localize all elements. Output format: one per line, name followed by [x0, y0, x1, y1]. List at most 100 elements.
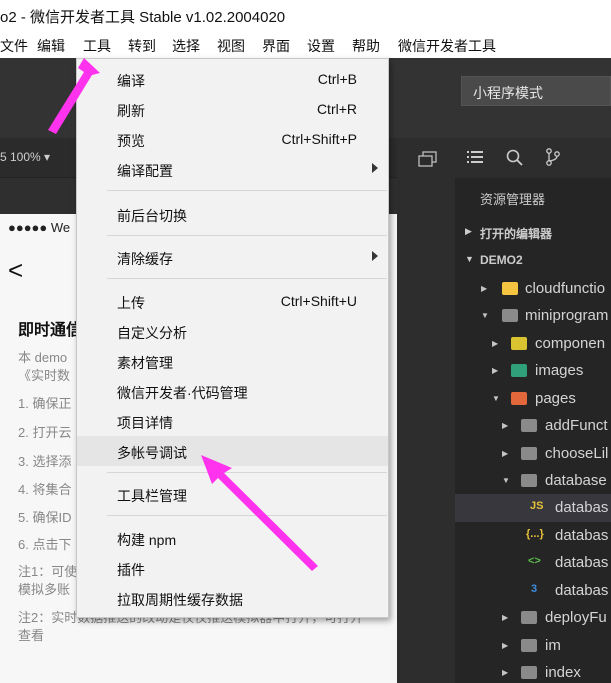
menu-item-clear-cache[interactable]: 清除缓存	[77, 242, 388, 272]
menu-item-label: 插件	[117, 562, 145, 578]
tree-item-label: im	[545, 637, 561, 654]
tree-item-selected[interactable]: JS databas	[455, 494, 611, 522]
wxml-file-icon: <>	[528, 555, 541, 567]
tree-item-label: databas	[555, 554, 609, 571]
tree-item[interactable]: ▶ images	[455, 357, 611, 385]
menu-item-label: 前后台切换	[117, 208, 187, 224]
menu-view[interactable]: 视图	[217, 36, 245, 56]
menu-goto[interactable]: 转到	[128, 36, 156, 56]
chevron-down-icon: ▼	[465, 254, 474, 264]
search-icon[interactable]	[506, 149, 523, 166]
list-icon[interactable]	[467, 150, 483, 164]
menu-item-label: 上传	[117, 295, 145, 311]
images-folder-icon	[511, 364, 527, 377]
menu-divider	[107, 515, 387, 516]
menu-item-label: 拉取周期性缓存数据	[117, 592, 243, 608]
chevron-right-icon: ▶	[502, 641, 509, 650]
menu-tools[interactable]: 工具	[83, 36, 111, 56]
tree-item[interactable]: ▼ database	[455, 467, 611, 495]
folder-open-icon	[521, 474, 537, 487]
tree-item-label: pages	[535, 390, 576, 407]
menu-settings[interactable]: 设置	[307, 36, 335, 56]
menu-wechat-devtools[interactable]: 微信开发者工具	[398, 36, 496, 56]
sim-text: 本 demo	[18, 350, 68, 365]
tree-item[interactable]: ▶ index	[455, 659, 611, 683]
tree-item-label: addFunct	[545, 417, 608, 434]
sim-text: 4. 将集合	[18, 482, 72, 497]
menu-item-toolbar-management[interactable]: 工具栏管理	[77, 479, 388, 509]
tree-item[interactable]: ▼ pages	[455, 385, 611, 413]
tree-item[interactable]: ▶ deployFu	[455, 604, 611, 632]
menu-item-code-management[interactable]: 微信开发者·代码管理	[77, 376, 388, 406]
copy-icon[interactable]	[418, 151, 438, 167]
menu-interface[interactable]: 界面	[262, 36, 290, 56]
menu-divider	[107, 472, 387, 473]
menu-item-upload[interactable]: 上传 Ctrl+Shift+U	[77, 286, 388, 316]
title-bar: o2 - 微信开发者工具 Stable v1.02.2004020	[0, 0, 611, 32]
menu-item-build-npm[interactable]: 构建 npm	[77, 523, 388, 553]
menu-edit[interactable]: 编辑	[37, 36, 65, 56]
tree-item-label: databas	[555, 499, 609, 516]
menu-item-custom-analysis[interactable]: 自定义分析	[77, 316, 388, 346]
menu-item-label: 项目详情	[117, 415, 173, 431]
menu-item-shortcut: Ctrl+Shift+U	[280, 293, 357, 309]
tools-dropdown-menu: 编译 Ctrl+B 刷新 Ctrl+R 预览 Ctrl+Shift+P 编译配置…	[76, 58, 389, 618]
menu-item-label: 编译	[117, 73, 145, 89]
cloud-folder-icon	[502, 282, 518, 295]
tree-item[interactable]: ▶ cloudfunctio	[455, 275, 611, 303]
project-label: DEMO2	[480, 253, 523, 267]
tree-item[interactable]: {...} databas	[455, 522, 611, 550]
menu-item-label: 工具栏管理	[117, 488, 187, 504]
menu-item-project-details[interactable]: 项目详情	[77, 406, 388, 436]
tree-item[interactable]: 3 databas	[455, 577, 611, 605]
tree-item-label: database	[545, 472, 607, 489]
menu-select[interactable]: 选择	[172, 36, 200, 56]
submenu-arrow-icon	[372, 251, 378, 261]
tree-item[interactable]: ▶ im	[455, 632, 611, 660]
folder-icon	[521, 639, 537, 652]
chevron-right-icon: ▶	[502, 613, 509, 622]
menu-divider	[107, 278, 387, 279]
tree-item[interactable]: ▶ chooseLil	[455, 440, 611, 468]
project-section[interactable]: ▼ DEMO2	[455, 248, 611, 274]
chevron-right-icon: ▶	[502, 449, 509, 458]
tree-item[interactable]: ▼ miniprogram	[455, 302, 611, 330]
menu-item-multi-account-debug[interactable]: 多帐号调试	[77, 436, 388, 466]
menu-item-label: 刷新	[117, 103, 145, 119]
back-icon[interactable]: <	[8, 255, 23, 286]
menu-item-asset-management[interactable]: 素材管理	[77, 346, 388, 376]
menu-item-label: 多帐号调试	[117, 445, 187, 461]
menu-item-preview[interactable]: 预览 Ctrl+Shift+P	[77, 124, 388, 154]
menu-item-compile-config[interactable]: 编译配置	[77, 154, 388, 184]
chevron-right-icon: ▶	[481, 284, 488, 293]
menu-item-shortcut: Ctrl+Shift+P	[281, 131, 357, 147]
menu-item-shortcut: Ctrl+B	[317, 71, 357, 87]
menu-item-fetch-periodic-cache[interactable]: 拉取周期性缓存数据	[77, 583, 388, 613]
source-control-icon[interactable]	[545, 148, 561, 166]
tree-item[interactable]: ▶ componen	[455, 330, 611, 358]
zoom-select[interactable]: 5 100% ▾	[0, 150, 50, 164]
sim-text: 《实时数	[18, 368, 71, 383]
menu-divider	[107, 235, 387, 236]
menu-file[interactable]: 文件	[0, 36, 28, 56]
simulator-side-strip	[397, 138, 455, 683]
sim-text: 6. 点击下	[18, 537, 72, 552]
menu-item-plugins[interactable]: 插件	[77, 553, 388, 583]
menu-item-label: 素材管理	[117, 355, 173, 371]
menu-item-label: 构建 npm	[117, 532, 177, 548]
menu-item-foreground-background[interactable]: 前后台切换	[77, 199, 388, 229]
chevron-right-icon: ▶	[502, 421, 509, 430]
tree-item[interactable]: ▶ addFunct	[455, 412, 611, 440]
explorer-toolbar	[455, 138, 611, 178]
phone-status-bar: ●●●●● We	[8, 220, 71, 235]
open-editors-section[interactable]: ▶ 打开的编辑器	[455, 220, 611, 246]
menu-item-refresh[interactable]: 刷新 Ctrl+R	[77, 94, 388, 124]
chevron-right-icon: ▶	[502, 668, 509, 677]
menu-help[interactable]: 帮助	[352, 36, 380, 56]
tree-item[interactable]: <> databas	[455, 549, 611, 577]
mode-select[interactable]: 小程序模式	[461, 76, 611, 106]
chevron-right-icon: ▶	[492, 339, 499, 348]
menu-item-compile[interactable]: 编译 Ctrl+B	[77, 64, 388, 94]
chevron-down-icon: ▼	[502, 476, 510, 485]
chevron-right-icon: ▶	[465, 226, 472, 236]
